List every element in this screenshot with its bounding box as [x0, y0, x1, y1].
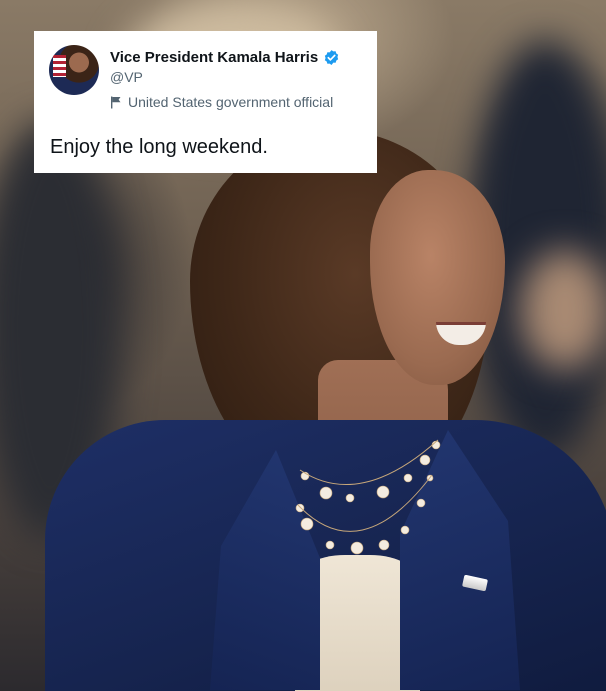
flag-icon: [111, 96, 121, 108]
author-row: Vice President Kamala Harris: [110, 49, 340, 66]
avatar-flag: [53, 55, 66, 77]
tweet-card[interactable]: Vice President Kamala Harris @VP United …: [34, 31, 377, 173]
author-handle[interactable]: @VP: [110, 69, 143, 85]
affiliation-label: United States government official: [110, 94, 333, 110]
tweet-text: Enjoy the long weekend.: [50, 136, 268, 158]
verified-badge-icon: [325, 50, 339, 65]
avatar[interactable]: [49, 45, 99, 95]
affiliation-text: United States government official: [128, 94, 334, 110]
author-name[interactable]: Vice President Kamala Harris: [110, 49, 318, 66]
